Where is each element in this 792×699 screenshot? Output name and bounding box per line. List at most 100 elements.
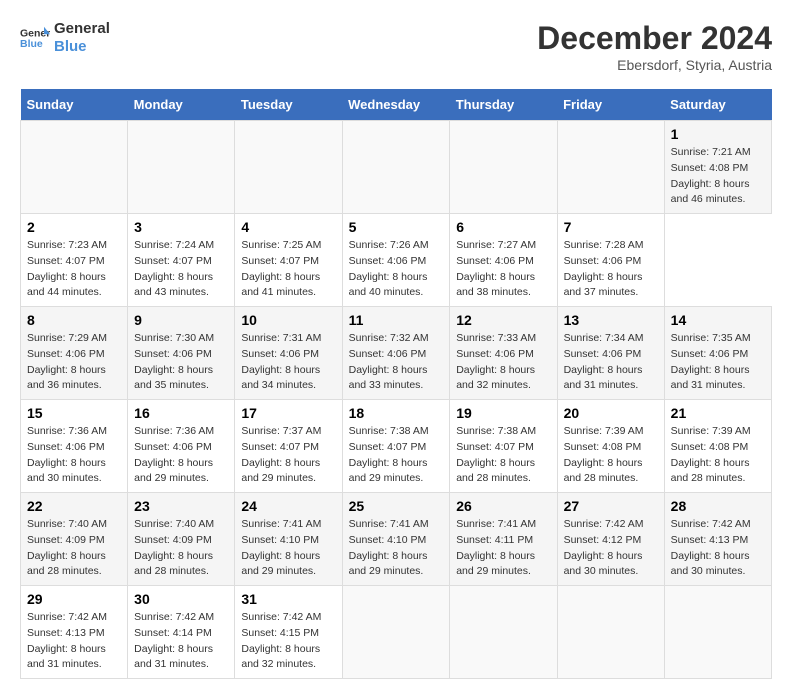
day-info: Sunrise: 7:41 AMSunset: 4:10 PMDaylight:…: [241, 517, 335, 580]
day-info: Sunrise: 7:29 AMSunset: 4:06 PMDaylight:…: [27, 331, 121, 394]
day-number: 23: [134, 498, 228, 514]
day-info: Sunrise: 7:31 AMSunset: 4:06 PMDaylight:…: [241, 331, 335, 394]
day-info: Sunrise: 7:27 AMSunset: 4:06 PMDaylight:…: [456, 238, 550, 301]
day-number: 27: [564, 498, 658, 514]
day-info: Sunrise: 7:37 AMSunset: 4:07 PMDaylight:…: [241, 424, 335, 487]
calendar-week-6: 29 Sunrise: 7:42 AMSunset: 4:13 PMDayligh…: [21, 586, 772, 679]
header-saturday: Saturday: [664, 89, 771, 121]
calendar-cell: 13 Sunrise: 7:34 AMSunset: 4:06 PMDayligh…: [557, 307, 664, 400]
day-number: 7: [564, 219, 658, 235]
day-info: Sunrise: 7:42 AMSunset: 4:12 PMDaylight:…: [564, 517, 658, 580]
calendar-cell: 24Sunrise: 7:41 AMSunset: 4:10 PMDayligh…: [235, 493, 342, 586]
calendar-week-5: 22 Sunrise: 7:40 AMSunset: 4:09 PMDayligh…: [21, 493, 772, 586]
day-info: Sunrise: 7:24 AMSunset: 4:07 PMDaylight:…: [134, 238, 228, 301]
calendar-cell: [235, 121, 342, 214]
title-area: December 2024 Ebersdorf, Styria, Austria: [537, 20, 772, 73]
day-info: Sunrise: 7:42 AMSunset: 4:14 PMDaylight:…: [134, 610, 228, 673]
day-number: 26: [456, 498, 550, 514]
day-number: 25: [349, 498, 444, 514]
calendar-cell: 31 Sunrise: 7:42 AMSunset: 4:15 PMDayligh…: [235, 586, 342, 679]
calendar-header-row: SundayMondayTuesdayWednesdayThursdayFrid…: [21, 89, 772, 121]
day-info: Sunrise: 7:28 AMSunset: 4:06 PMDaylight:…: [564, 238, 658, 301]
header-thursday: Thursday: [450, 89, 557, 121]
calendar-cell: [128, 121, 235, 214]
calendar-cell: 20 Sunrise: 7:39 AMSunset: 4:08 PMDayligh…: [557, 400, 664, 493]
header-wednesday: Wednesday: [342, 89, 450, 121]
day-info: Sunrise: 7:23 AMSunset: 4:07 PMDaylight:…: [27, 238, 121, 301]
day-number: 2: [27, 219, 121, 235]
calendar-cell: [557, 586, 664, 679]
day-number: 1: [671, 126, 765, 142]
day-info: Sunrise: 7:39 AMSunset: 4:08 PMDaylight:…: [564, 424, 658, 487]
calendar-cell: 30 Sunrise: 7:42 AMSunset: 4:14 PMDayligh…: [128, 586, 235, 679]
day-info: Sunrise: 7:36 AMSunset: 4:06 PMDaylight:…: [134, 424, 228, 487]
calendar-cell: [21, 121, 128, 214]
day-number: 19: [456, 405, 550, 421]
logo-icon: General Blue: [20, 23, 50, 53]
svg-text:Blue: Blue: [20, 38, 43, 50]
calendar-cell: 18Sunrise: 7:38 AMSunset: 4:07 PMDayligh…: [342, 400, 450, 493]
calendar-table: SundayMondayTuesdayWednesdayThursdayFrid…: [20, 89, 772, 679]
header-tuesday: Tuesday: [235, 89, 342, 121]
day-number: 5: [349, 219, 444, 235]
day-info: Sunrise: 7:21 AMSunset: 4:08 PMDaylight:…: [671, 145, 765, 208]
calendar-cell: [342, 121, 450, 214]
day-info: Sunrise: 7:30 AMSunset: 4:06 PMDaylight:…: [134, 331, 228, 394]
calendar-cell: 12Sunrise: 7:33 AMSunset: 4:06 PMDayligh…: [450, 307, 557, 400]
header-monday: Monday: [128, 89, 235, 121]
day-number: 14: [671, 312, 765, 328]
calendar-cell: 5 Sunrise: 7:26 AMSunset: 4:06 PMDaylight…: [342, 214, 450, 307]
calendar-cell: 17Sunrise: 7:37 AMSunset: 4:07 PMDayligh…: [235, 400, 342, 493]
day-info: Sunrise: 7:34 AMSunset: 4:06 PMDaylight:…: [564, 331, 658, 394]
day-info: Sunrise: 7:42 AMSunset: 4:13 PMDaylight:…: [671, 517, 765, 580]
calendar-cell: 21Sunrise: 7:39 AMSunset: 4:08 PMDayligh…: [664, 400, 771, 493]
day-number: 28: [671, 498, 765, 514]
calendar-cell: 29 Sunrise: 7:42 AMSunset: 4:13 PMDayligh…: [21, 586, 128, 679]
calendar-cell: 10Sunrise: 7:31 AMSunset: 4:06 PMDayligh…: [235, 307, 342, 400]
month-title: December 2024: [537, 20, 772, 57]
calendar-cell: [664, 586, 771, 679]
calendar-cell: [557, 121, 664, 214]
calendar-cell: 6 Sunrise: 7:27 AMSunset: 4:06 PMDaylight…: [450, 214, 557, 307]
day-info: Sunrise: 7:40 AMSunset: 4:09 PMDaylight:…: [27, 517, 121, 580]
day-number: 16: [134, 405, 228, 421]
day-info: Sunrise: 7:26 AMSunset: 4:06 PMDaylight:…: [349, 238, 444, 301]
calendar-cell: 11Sunrise: 7:32 AMSunset: 4:06 PMDayligh…: [342, 307, 450, 400]
day-info: Sunrise: 7:25 AMSunset: 4:07 PMDaylight:…: [241, 238, 335, 301]
calendar-cell: 8Sunrise: 7:29 AMSunset: 4:06 PMDaylight…: [21, 307, 128, 400]
day-number: 15: [27, 405, 121, 421]
calendar-cell: 2 Sunrise: 7:23 AMSunset: 4:07 PMDaylight…: [21, 214, 128, 307]
logo-line2: Blue: [54, 38, 110, 56]
day-number: 20: [564, 405, 658, 421]
day-number: 30: [134, 591, 228, 607]
day-info: Sunrise: 7:42 AMSunset: 4:13 PMDaylight:…: [27, 610, 121, 673]
header-sunday: Sunday: [21, 89, 128, 121]
location: Ebersdorf, Styria, Austria: [537, 57, 772, 73]
day-number: 13: [564, 312, 658, 328]
calendar-cell: 14 Sunrise: 7:35 AMSunset: 4:06 PMDayligh…: [664, 307, 771, 400]
calendar-cell: [450, 121, 557, 214]
calendar-week-3: 8Sunrise: 7:29 AMSunset: 4:06 PMDaylight…: [21, 307, 772, 400]
day-info: Sunrise: 7:39 AMSunset: 4:08 PMDaylight:…: [671, 424, 765, 487]
day-number: 9: [134, 312, 228, 328]
day-info: Sunrise: 7:36 AMSunset: 4:06 PMDaylight:…: [27, 424, 121, 487]
calendar-cell: 16 Sunrise: 7:36 AMSunset: 4:06 PMDayligh…: [128, 400, 235, 493]
calendar-week-1: 1 Sunrise: 7:21 AMSunset: 4:08 PMDaylight…: [21, 121, 772, 214]
day-number: 29: [27, 591, 121, 607]
day-info: Sunrise: 7:38 AMSunset: 4:07 PMDaylight:…: [456, 424, 550, 487]
day-number: 6: [456, 219, 550, 235]
calendar-cell: 3Sunrise: 7:24 AMSunset: 4:07 PMDaylight…: [128, 214, 235, 307]
logo: General Blue General Blue: [20, 20, 110, 56]
day-info: Sunrise: 7:33 AMSunset: 4:06 PMDaylight:…: [456, 331, 550, 394]
day-number: 31: [241, 591, 335, 607]
calendar-cell: 9 Sunrise: 7:30 AMSunset: 4:06 PMDaylight…: [128, 307, 235, 400]
calendar-cell: [450, 586, 557, 679]
day-info: Sunrise: 7:40 AMSunset: 4:09 PMDaylight:…: [134, 517, 228, 580]
calendar-week-4: 15 Sunrise: 7:36 AMSunset: 4:06 PMDayligh…: [21, 400, 772, 493]
day-info: Sunrise: 7:42 AMSunset: 4:15 PMDaylight:…: [241, 610, 335, 673]
day-number: 22: [27, 498, 121, 514]
day-info: Sunrise: 7:35 AMSunset: 4:06 PMDaylight:…: [671, 331, 765, 394]
calendar-cell: 25Sunrise: 7:41 AMSunset: 4:10 PMDayligh…: [342, 493, 450, 586]
logo-line1: General: [54, 20, 110, 38]
calendar-cell: 28 Sunrise: 7:42 AMSunset: 4:13 PMDayligh…: [664, 493, 771, 586]
